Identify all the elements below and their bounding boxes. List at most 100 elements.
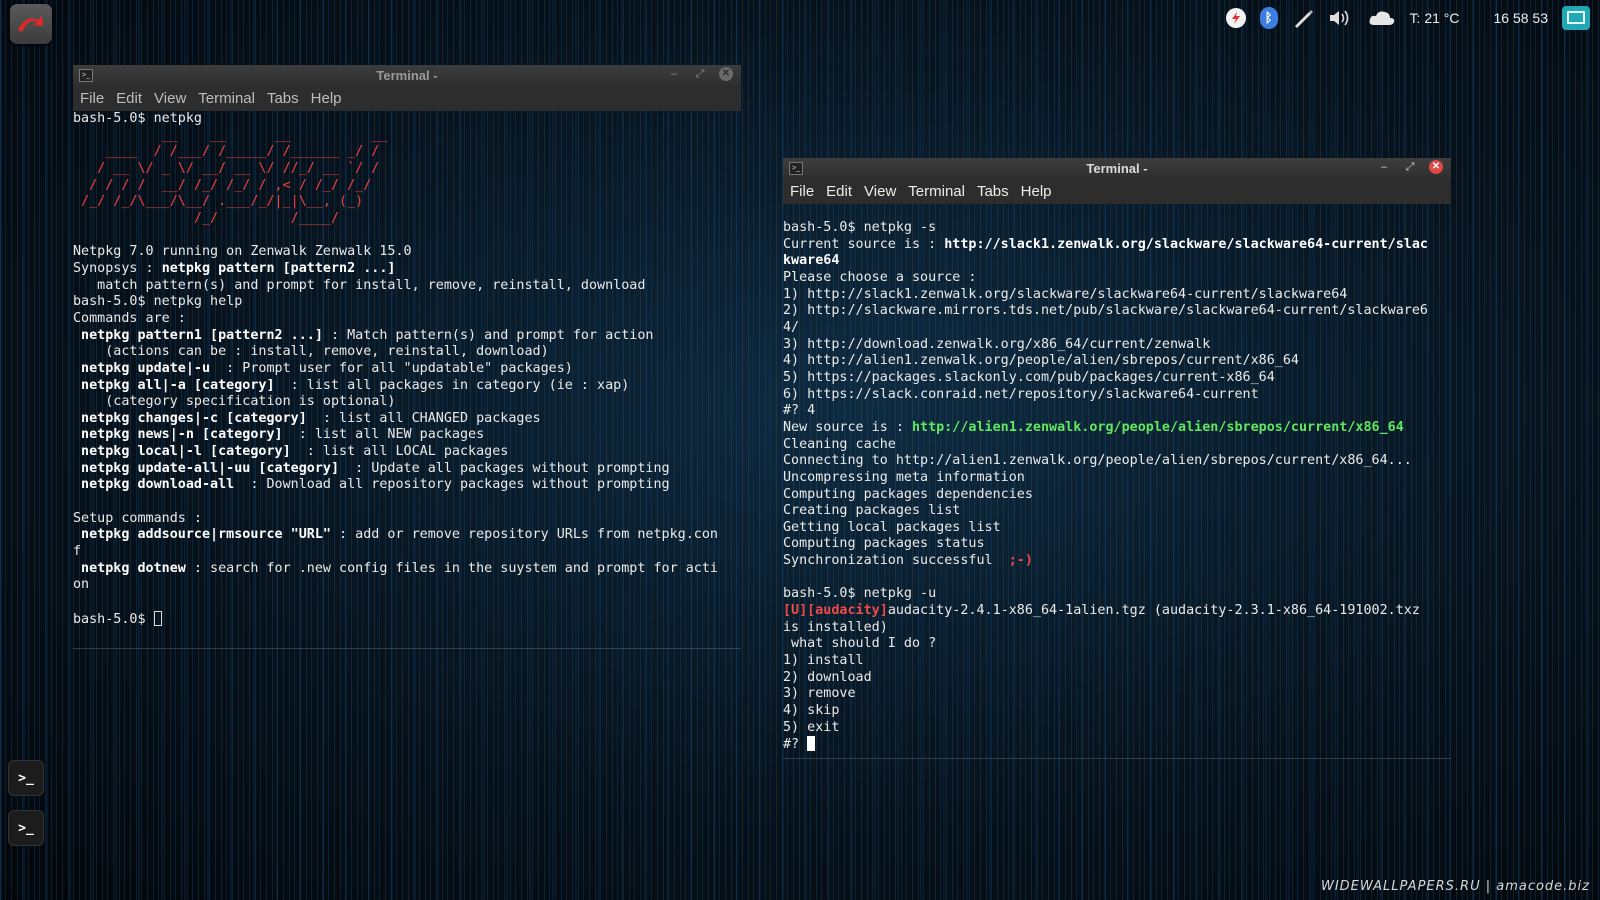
output-line: (actions can be : install, remove, reins… [73,344,549,360]
output-line: #? 4 [783,403,816,419]
volume-icon[interactable] [1328,8,1354,28]
output-line: Synopsys : netpkg pattern [pattern2 ...] [73,260,396,276]
text-cursor [153,610,162,626]
clock[interactable]: 16 58 53 [1494,10,1549,26]
netpkg-ascii-logo: __ __ __ __ ____ / /___/ /_____/ /______… [73,127,388,226]
output-line: on [73,577,90,593]
menu-help[interactable]: Help [311,90,342,107]
output-line: netpkg update|-u : Prompt user for all "… [73,360,573,376]
dock-terminal-2[interactable]: >_ [8,810,44,846]
output-line: Cleaning cache [783,436,896,452]
menu-view[interactable]: View [154,90,186,107]
top-panel: ᛒ T: 21 °C 16 58 53 [0,0,1600,44]
title-bar[interactable]: >_ Terminal - – ⤢ ✕ [73,65,741,85]
output-line: what should I do ? [783,636,937,652]
output-line: Netpkg 7.0 running on Zenwalk Zenwalk 15… [73,244,412,260]
window-bottom-edge [73,648,741,649]
output-line: Creating packages list [783,503,961,519]
dock-terminal-1[interactable]: >_ [8,760,44,796]
action-option: 3) remove [783,686,856,702]
maximize-icon[interactable]: ⤢ [1403,160,1417,174]
show-desktop-icon[interactable] [1562,6,1590,30]
output-line: (category specification is optional) [73,394,396,410]
terminal-output[interactable]: bash-5.0$ netpkg -s Current source is : h… [783,204,1451,754]
output-line: match pattern(s) and prompt for install,… [73,277,646,293]
output-line: is installed) [783,619,888,635]
menu-file[interactable]: File [80,90,104,107]
output-line: netpkg dotnew : search for .new config f… [73,560,718,576]
output-line: Computing packages status [783,536,985,552]
output-line: netpkg news|-n [category] : list all NEW… [73,427,485,443]
terminal-icon: >_ [18,820,34,836]
output-line: netpkg download-all : Download all repos… [73,477,670,493]
window-title: Terminal - [1086,160,1148,176]
window-title: Terminal - [376,67,438,83]
action-option: 4) skip [783,703,840,719]
output-line: Getting local packages list [783,519,1001,535]
temperature-label[interactable]: T: 21 °C [1410,10,1460,26]
menu-terminal[interactable]: Terminal [908,183,965,200]
terminal-small-icon: >_ [79,69,93,82]
terminal-icon: >_ [18,770,34,786]
source-option: 6) https://slack.conraid.net/repository/… [783,386,1259,402]
window-bottom-edge [783,758,1451,759]
output-line: New source is : http://alien1.zenwalk.or… [783,419,1404,435]
close-icon[interactable]: ✕ [719,67,733,81]
menu-view[interactable]: View [864,183,896,200]
output-line: netpkg addsource|rmsource "URL" : add or… [73,527,718,543]
action-option: 1) install [783,653,864,669]
output-line: bash-5.0$ netpkg -u [783,586,937,602]
terminal-output[interactable]: bash-5.0$ netpkg __ __ __ __ ____ / /___… [73,111,741,628]
output-line: Synchronization successful ;-) [783,553,1033,569]
source-option: 5) https://packages.slackonly.com/pub/pa… [783,369,1275,385]
power-manager-icon[interactable] [1225,8,1246,28]
weather-cloud-icon[interactable] [1368,9,1396,27]
minimize-icon[interactable]: – [667,67,681,81]
output-line: [U][audacity]audacity-2.4.1-x86_64-1alie… [783,603,1420,619]
bluetooth-icon[interactable]: ᛒ [1259,7,1278,29]
menu-bar: File Edit View Terminal Tabs Help [783,178,1451,204]
source-option: 1) http://slack1.zenwalk.org/slackware/s… [783,286,1348,302]
prompt-line: #? [783,736,1451,754]
menu-file[interactable]: File [790,183,814,200]
menu-help[interactable]: Help [1021,183,1052,200]
menu-tabs[interactable]: Tabs [977,183,1009,200]
output-line: bash-5.0$ netpkg -s [783,220,937,235]
output-line: Connecting to http://alien1.zenwalk.org/… [783,453,1412,469]
wallpaper-watermark: WIDEWALLPAPERS.RU | amacode.biz [1320,879,1590,894]
output-line: bash-5.0$ netpkg help [73,294,243,310]
terminal-window-2[interactable]: >_ Terminal - – ⤢ ✕ File Edit View Termi… [783,158,1451,754]
output-line: netpkg pattern1 [pattern2 ...] : Match p… [73,327,654,343]
output-line: 4/ [783,319,800,335]
menu-bar: File Edit View Terminal Tabs Help [73,85,741,111]
minimize-icon[interactable]: – [1377,160,1391,174]
output-line: Setup commands : [73,510,202,526]
menu-edit[interactable]: Edit [116,90,142,107]
terminal-window-1[interactable]: >_ Terminal - – ⤢ ✕ File Edit View Termi… [73,65,741,628]
output-line: Commands are : [73,310,186,326]
screenshot-pen-icon[interactable] [1292,7,1314,29]
prompt-line: bash-5.0$ [73,610,741,629]
menu-tabs[interactable]: Tabs [267,90,299,107]
close-icon[interactable]: ✕ [1429,160,1443,174]
zenwalk-logo-icon [18,16,43,32]
menu-edit[interactable]: Edit [826,183,852,200]
text-cursor [807,736,816,752]
output-line: Uncompressing meta information [783,469,1025,485]
output-line: Current source is : http://slack1.zenwal… [783,236,1428,252]
output-line: netpkg all|-a [category] : list all pack… [73,377,630,393]
output-line: netpkg update-all|-uu [category] : Updat… [73,460,670,476]
output-line: netpkg changes|-c [category] : list all … [73,410,541,426]
output-line: bash-5.0$ netpkg [73,111,202,126]
app-menu-button[interactable] [10,4,52,44]
action-option: 2) download [783,669,872,685]
output-line: netpkg local|-l [category] : list all LO… [73,444,509,460]
source-option: 4) http://alien1.zenwalk.org/people/alie… [783,353,1299,369]
output-line: f [73,544,82,560]
output-line: Please choose a source : [783,269,977,285]
title-bar[interactable]: >_ Terminal - – ⤢ ✕ [783,158,1451,178]
menu-terminal[interactable]: Terminal [198,90,255,107]
output-line: kware64 [783,253,840,269]
maximize-icon[interactable]: ⤢ [693,67,707,81]
source-option: 3) http://download.zenwalk.org/x86_64/cu… [783,336,1211,352]
